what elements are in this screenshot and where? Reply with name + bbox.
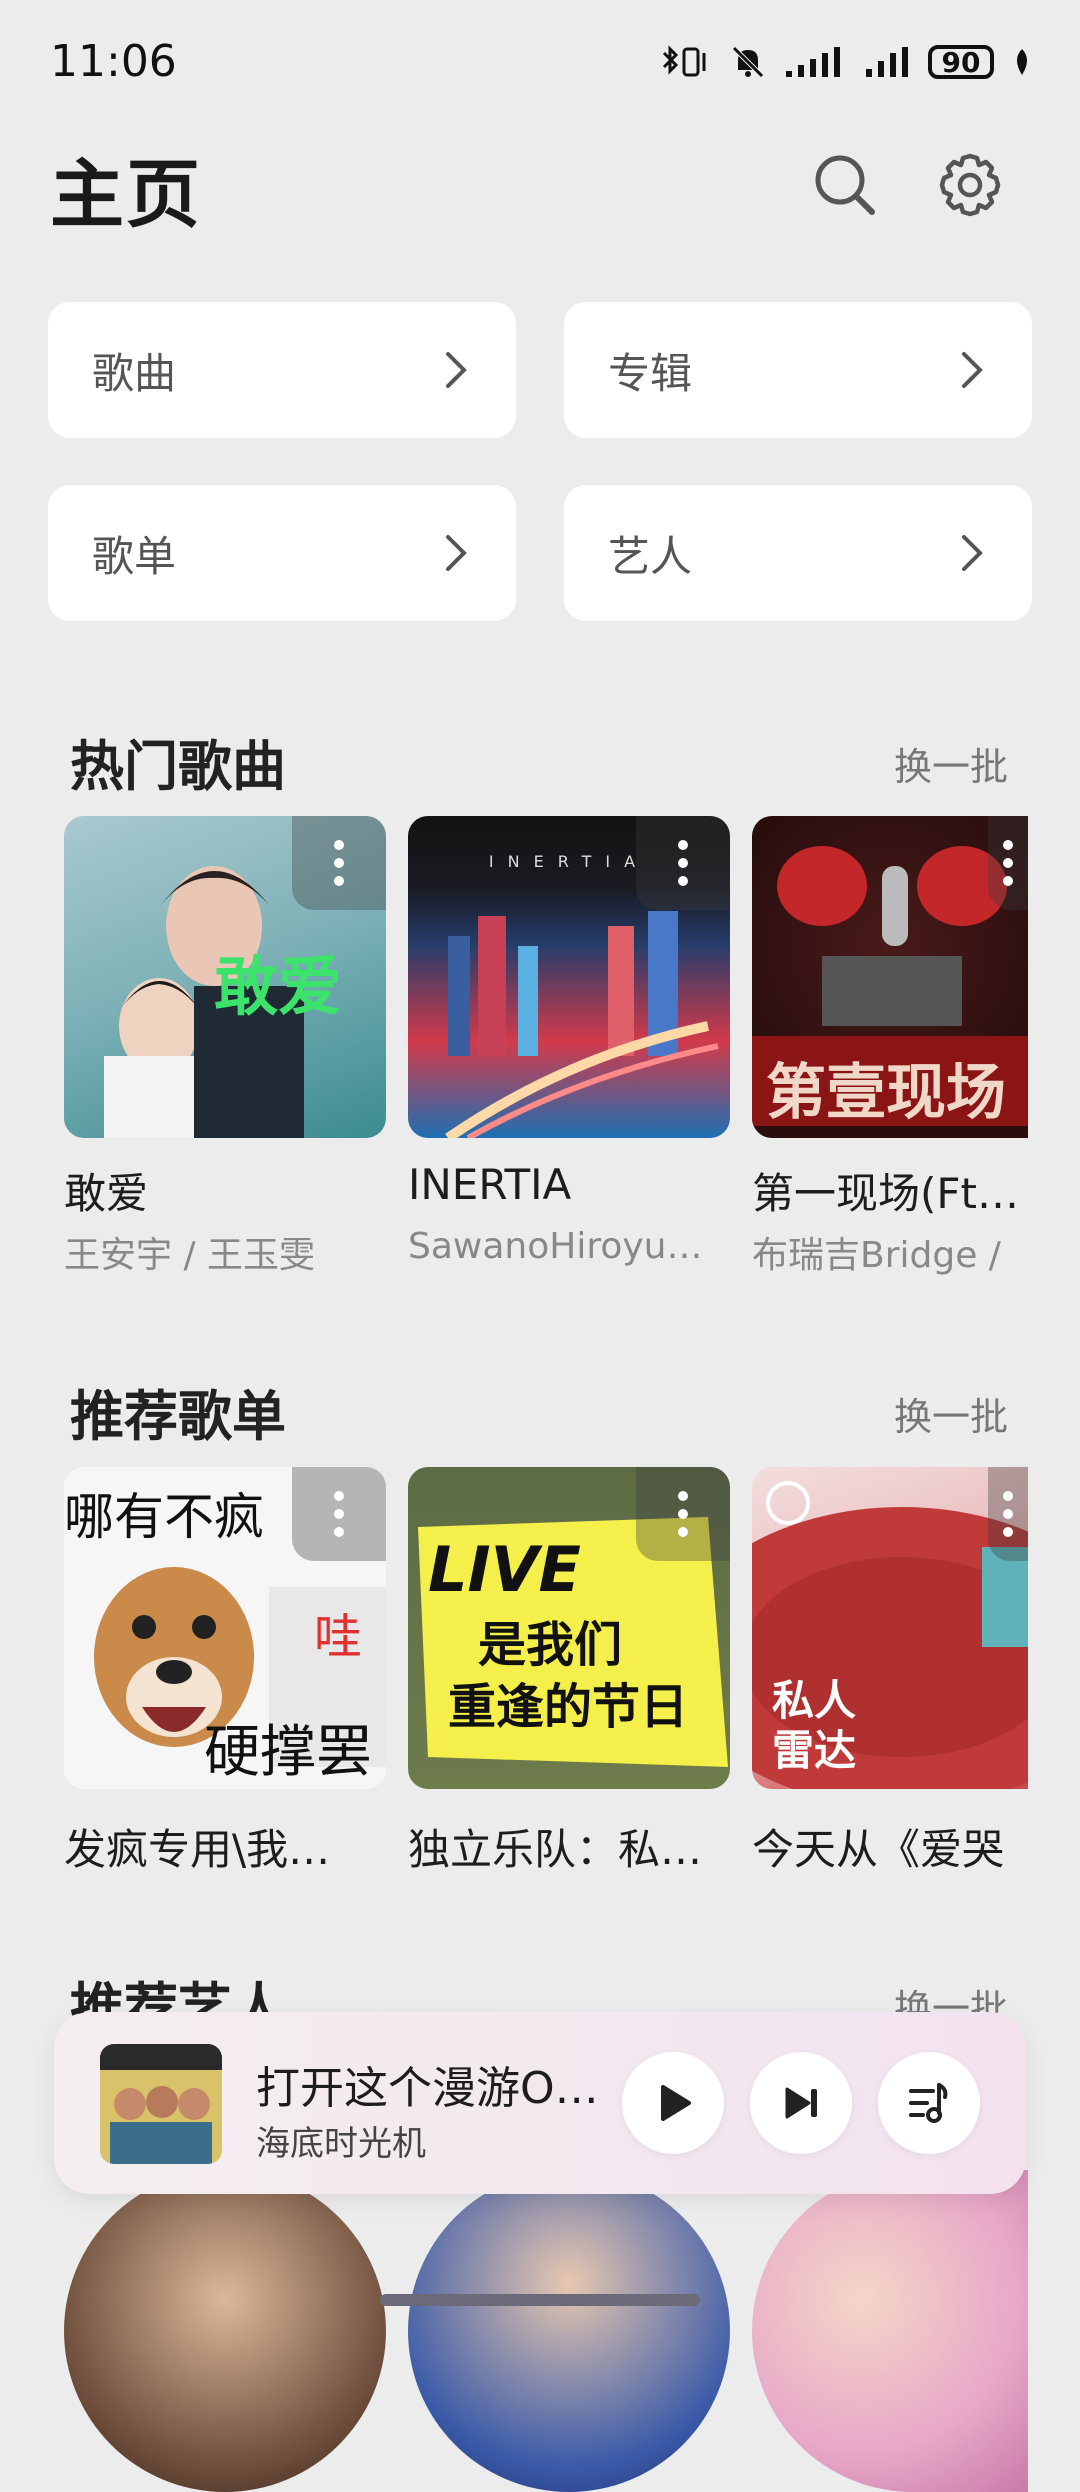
- now-playing-artist: 海底时光机: [256, 2124, 426, 2164]
- play-icon: [661, 2085, 691, 2121]
- cover-text: 是我们: [478, 1617, 623, 1673]
- more-options-button[interactable]: [292, 816, 386, 910]
- playlist-title[interactable]: 独立乐队：私…: [408, 1816, 738, 1877]
- song-cover[interactable]: INERTIA: [408, 816, 730, 1138]
- playlist-cover[interactable]: 哪有不疯 哇 硬撑罢: [64, 1467, 386, 1789]
- chevron-right-icon: [446, 352, 467, 388]
- queue-music-icon: [909, 2083, 948, 2123]
- playlist-title[interactable]: 今天从《爱哭: [752, 1816, 1028, 1877]
- status-time: 11:06: [50, 36, 177, 87]
- settings-gear-icon[interactable]: [935, 150, 1005, 220]
- home-indicator[interactable]: [380, 2294, 700, 2306]
- cover-art: [100, 2044, 222, 2164]
- status-bar: 11:06 90: [0, 0, 1080, 120]
- cover-text: 哇: [314, 1609, 363, 1665]
- more-options-button[interactable]: [636, 1467, 730, 1561]
- next-track-button[interactable]: [750, 2052, 852, 2154]
- cover-text: 硬撑罢: [204, 1720, 372, 1785]
- category-artists-card[interactable]: 艺人: [564, 485, 1032, 621]
- status-icons: 90: [660, 44, 1032, 80]
- playlists-title: 推荐歌单: [70, 1385, 286, 1448]
- cover-text: 敢爱: [214, 951, 342, 1025]
- category-playlists-card[interactable]: 歌单: [48, 485, 516, 621]
- page-title: 主页: [50, 152, 202, 238]
- hot-songs-refresh-button[interactable]: 换一批: [894, 736, 1008, 791]
- song-artist: 布瑞吉Bridge /: [752, 1235, 1001, 1276]
- more-options-button[interactable]: [636, 816, 730, 910]
- bluetooth-vibrate-icon: [662, 45, 706, 77]
- playlists-refresh-button[interactable]: 换一批: [894, 1386, 1008, 1441]
- playlist-cover[interactable]: LIVE 是我们 重逢的节日: [408, 1467, 730, 1789]
- play-button[interactable]: [622, 2052, 724, 2154]
- skip-next-icon: [785, 2087, 817, 2119]
- signal-sim1-icon: [786, 47, 840, 77]
- song-title[interactable]: 第一现场(Ft…: [752, 1160, 1028, 1221]
- battery-indicator: 90: [928, 45, 994, 79]
- song-artist: 王安宇 / 王玉雯: [64, 1235, 316, 1276]
- category-label: 歌单: [92, 531, 177, 581]
- song-title[interactable]: 敢爱: [64, 1160, 394, 1221]
- playlist-queue-button[interactable]: [878, 2052, 980, 2154]
- playlist-cover[interactable]: 私人 雷达: [752, 1467, 1028, 1789]
- now-playing-title: 打开这个漫游O…: [256, 2063, 599, 2114]
- artist-avatar[interactable]: [408, 2170, 730, 2492]
- category-songs-card[interactable]: 歌曲: [48, 302, 516, 438]
- category-label: 歌曲: [92, 348, 177, 398]
- signal-sim2-icon: [866, 47, 908, 77]
- hot-songs-title: 热门歌曲: [70, 735, 286, 798]
- chevron-right-icon: [962, 352, 983, 388]
- search-icon[interactable]: [810, 150, 880, 220]
- mini-player[interactable]: 打开这个漫游O… 海底时光机: [54, 2012, 1026, 2194]
- artist-avatar[interactable]: [752, 2170, 1028, 2492]
- artist-avatar[interactable]: [64, 2170, 386, 2492]
- category-albums-card[interactable]: 专辑: [564, 302, 1032, 438]
- more-options-button[interactable]: [988, 1467, 1028, 1561]
- more-options-button[interactable]: [292, 1467, 386, 1561]
- cover-text: 雷达: [772, 1726, 857, 1775]
- now-playing-cover[interactable]: [100, 2044, 222, 2164]
- category-label: 专辑: [608, 348, 693, 398]
- more-options-button[interactable]: [988, 816, 1028, 910]
- chevron-right-icon: [962, 535, 983, 571]
- playlist-title[interactable]: 发疯专用\我…: [64, 1816, 394, 1877]
- song-title[interactable]: INERTIA: [408, 1160, 738, 1209]
- song-artist: SawanoHiroyu…: [408, 1226, 703, 1267]
- song-cover[interactable]: 敢爱: [64, 816, 386, 1138]
- mute-bell-icon: [732, 46, 764, 78]
- leaf-icon: [1017, 49, 1027, 75]
- cover-text: LIVE: [428, 1533, 581, 1606]
- cover-text: 哪有不疯: [64, 1488, 264, 1546]
- cover-text: 重逢的节日: [448, 1679, 689, 1735]
- category-label: 艺人: [608, 531, 693, 581]
- cover-text: 第壹现场: [766, 1058, 1006, 1128]
- chevron-right-icon: [446, 535, 467, 571]
- song-cover[interactable]: 第壹现场: [752, 816, 1028, 1138]
